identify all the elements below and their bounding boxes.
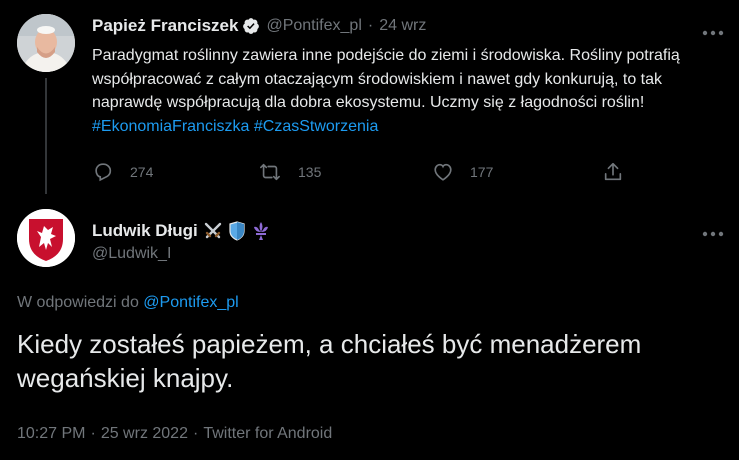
verified-badge-icon [242,17,260,35]
share-button[interactable] [602,160,624,184]
shield-icon [228,221,246,241]
author-name[interactable]: Ludwik Długi [92,221,198,241]
ludwik-avatar[interactable] [17,209,75,267]
hashtag-link[interactable]: #CzasStworzenia [254,118,379,135]
separator-dot: · [90,425,96,442]
hashtag-link[interactable]: #EkonomiaFranciszka [92,118,249,135]
tweet1-header: Papież Franciszek @Pontifex_pl · 24 wrz [92,14,426,38]
reply-button[interactable]: 274 [92,161,153,183]
tweet2-text: Kiedy zostałeś papieżem, a chciałeś być … [17,329,642,393]
tweet2-header: Ludwik Długi [92,219,271,243]
author-name[interactable]: Papież Franciszek [92,16,238,36]
fleur-de-lis-icon [251,221,271,241]
tweet2-metadata: 10:27 PM · 25 wrz 2022 · Twitter for Android [17,425,332,443]
pontifex-avatar[interactable] [17,14,75,72]
reply-context: W odpowiedzi do @Pontifex_pl [17,294,239,312]
reply-count: 274 [130,164,154,180]
separator-dot: · [367,17,374,34]
tweet-time[interactable]: 10:27 PM [17,425,85,442]
retweet-button[interactable]: 135 [258,161,321,183]
separator-dot: · [192,425,199,442]
tweet1-body-text: Paradygmat roślinny zawiera inne podejśc… [92,47,680,111]
more-options-icon[interactable] [702,24,724,36]
share-icon [604,162,622,181]
tweet-date[interactable]: 25 wrz 2022 [101,425,188,442]
tweet-source[interactable]: Twitter for Android [203,425,332,442]
heart-icon [434,163,452,181]
like-count: 177 [470,164,494,180]
more-options-icon[interactable] [702,225,724,237]
thread-connector-line [45,78,47,194]
retweet-count: 135 [298,164,322,180]
author-handle[interactable]: @Pontifex_pl [266,17,361,35]
reply-prefix: W odpowiedzi do [17,294,144,311]
author-handle[interactable]: @Ludwik_I [92,245,171,263]
reply-to-link[interactable]: @Pontifex_pl [143,294,238,311]
retweet-icon [260,163,280,181]
like-button[interactable]: 177 [432,161,493,183]
tweet1-text: Paradygmat roślinny zawiera inne podejśc… [92,44,722,138]
reply-icon [95,163,112,182]
tweet1-action-bar: 274 135 177 [92,160,632,184]
crossed-swords-icon [203,221,223,241]
tweet-timestamp[interactable]: 24 wrz [379,17,426,35]
